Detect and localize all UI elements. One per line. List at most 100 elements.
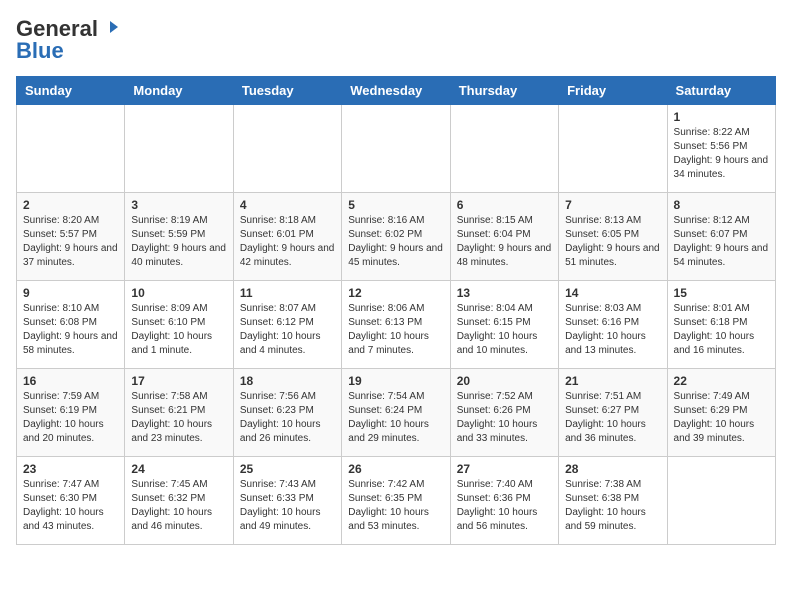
calendar-cell: 15 Sunrise: 8:01 AM Sunset: 6:18 PM Dayli… [667, 281, 775, 369]
calendar-cell: 25 Sunrise: 7:43 AM Sunset: 6:33 PM Dayli… [233, 457, 341, 545]
day-number: 12 [348, 286, 443, 300]
day-number: 11 [240, 286, 335, 300]
day-info: Sunrise: 7:47 AM Sunset: 6:30 PM Dayligh… [23, 478, 118, 534]
calendar-body: 1 Sunrise: 8:22 AM Sunset: 5:56 PM Daylig… [17, 105, 776, 545]
day-number: 8 [674, 198, 769, 212]
day-info: Sunrise: 8:04 AM Sunset: 6:15 PM Dayligh… [457, 302, 552, 358]
day-info: Sunrise: 8:06 AM Sunset: 6:13 PM Dayligh… [348, 302, 443, 358]
calendar-cell: 17 Sunrise: 7:58 AM Sunset: 6:21 PM Dayli… [125, 369, 233, 457]
day-info: Sunrise: 8:16 AM Sunset: 6:02 PM Dayligh… [348, 214, 443, 270]
calendar-cell: 13 Sunrise: 8:04 AM Sunset: 6:15 PM Dayli… [450, 281, 558, 369]
calendar-cell [667, 457, 775, 545]
calendar-header-row: SundayMondayTuesdayWednesdayThursdayFrid… [17, 77, 776, 105]
day-info: Sunrise: 8:13 AM Sunset: 6:05 PM Dayligh… [565, 214, 660, 270]
day-info: Sunrise: 7:38 AM Sunset: 6:38 PM Dayligh… [565, 478, 660, 534]
calendar-week-1: 1 Sunrise: 8:22 AM Sunset: 5:56 PM Daylig… [17, 105, 776, 193]
calendar-cell: 3 Sunrise: 8:19 AM Sunset: 5:59 PM Daylig… [125, 193, 233, 281]
calendar-cell [233, 105, 341, 193]
page-header: General Blue [16, 16, 776, 64]
day-info: Sunrise: 7:49 AM Sunset: 6:29 PM Dayligh… [674, 390, 769, 446]
calendar-cell: 27 Sunrise: 7:40 AM Sunset: 6:36 PM Dayli… [450, 457, 558, 545]
day-info: Sunrise: 7:52 AM Sunset: 6:26 PM Dayligh… [457, 390, 552, 446]
calendar-cell: 19Sunrise: 7:54 AM Sunset: 6:24 PM Dayli… [342, 369, 450, 457]
day-info: Sunrise: 8:18 AM Sunset: 6:01 PM Dayligh… [240, 214, 335, 270]
calendar-cell: 8 Sunrise: 8:12 AM Sunset: 6:07 PM Daylig… [667, 193, 775, 281]
calendar-table: SundayMondayTuesdayWednesdayThursdayFrid… [16, 76, 776, 545]
day-info: Sunrise: 7:58 AM Sunset: 6:21 PM Dayligh… [131, 390, 226, 446]
day-info: Sunrise: 7:56 AM Sunset: 6:23 PM Dayligh… [240, 390, 335, 446]
calendar-cell [17, 105, 125, 193]
calendar-cell: 11 Sunrise: 8:07 AM Sunset: 6:12 PM Dayli… [233, 281, 341, 369]
calendar-cell: 22 Sunrise: 7:49 AM Sunset: 6:29 PM Dayli… [667, 369, 775, 457]
calendar-cell: 12 Sunrise: 8:06 AM Sunset: 6:13 PM Dayli… [342, 281, 450, 369]
day-info: Sunrise: 8:09 AM Sunset: 6:10 PM Dayligh… [131, 302, 226, 358]
day-number: 26 [348, 462, 443, 476]
day-number: 21 [565, 374, 660, 388]
calendar-cell [450, 105, 558, 193]
day-info: Sunrise: 8:15 AM Sunset: 6:04 PM Dayligh… [457, 214, 552, 270]
calendar-cell: 26Sunrise: 7:42 AM Sunset: 6:35 PM Dayli… [342, 457, 450, 545]
day-info: Sunrise: 8:07 AM Sunset: 6:12 PM Dayligh… [240, 302, 335, 358]
day-info: Sunrise: 8:20 AM Sunset: 5:57 PM Dayligh… [23, 214, 118, 270]
calendar-cell: 9Sunrise: 8:10 AM Sunset: 6:08 PM Daylig… [17, 281, 125, 369]
day-info: Sunrise: 7:54 AM Sunset: 6:24 PM Dayligh… [348, 390, 443, 446]
day-info: Sunrise: 7:51 AM Sunset: 6:27 PM Dayligh… [565, 390, 660, 446]
day-info: Sunrise: 8:12 AM Sunset: 6:07 PM Dayligh… [674, 214, 769, 270]
calendar-cell: 18 Sunrise: 7:56 AM Sunset: 6:23 PM Dayli… [233, 369, 341, 457]
day-info: Sunrise: 8:01 AM Sunset: 6:18 PM Dayligh… [674, 302, 769, 358]
logo-flag-icon [100, 19, 120, 39]
day-info: Sunrise: 8:03 AM Sunset: 6:16 PM Dayligh… [565, 302, 660, 358]
day-number: 22 [674, 374, 769, 388]
day-info: Sunrise: 7:43 AM Sunset: 6:33 PM Dayligh… [240, 478, 335, 534]
calendar-cell: 21 Sunrise: 7:51 AM Sunset: 6:27 PM Dayli… [559, 369, 667, 457]
day-number: 16 [23, 374, 118, 388]
day-number: 23 [23, 462, 118, 476]
calendar-cell [342, 105, 450, 193]
calendar-week-4: 16 Sunrise: 7:59 AM Sunset: 6:19 PM Dayli… [17, 369, 776, 457]
calendar-cell: 7 Sunrise: 8:13 AM Sunset: 6:05 PM Daylig… [559, 193, 667, 281]
day-info: Sunrise: 7:59 AM Sunset: 6:19 PM Dayligh… [23, 390, 118, 446]
calendar-week-3: 9Sunrise: 8:10 AM Sunset: 6:08 PM Daylig… [17, 281, 776, 369]
day-number: 27 [457, 462, 552, 476]
day-info: Sunrise: 8:22 AM Sunset: 5:56 PM Dayligh… [674, 126, 769, 182]
day-info: Sunrise: 7:45 AM Sunset: 6:32 PM Dayligh… [131, 478, 226, 534]
day-number: 13 [457, 286, 552, 300]
calendar-cell: 4Sunrise: 8:18 AM Sunset: 6:01 PM Daylig… [233, 193, 341, 281]
day-number: 17 [131, 374, 226, 388]
day-number: 20 [457, 374, 552, 388]
day-number: 5 [348, 198, 443, 212]
calendar-cell [125, 105, 233, 193]
day-info: Sunrise: 8:19 AM Sunset: 5:59 PM Dayligh… [131, 214, 226, 270]
logo: General Blue [16, 16, 120, 64]
calendar-header-tuesday: Tuesday [233, 77, 341, 105]
calendar-cell [559, 105, 667, 193]
day-number: 25 [240, 462, 335, 476]
day-number: 3 [131, 198, 226, 212]
calendar-cell: 23 Sunrise: 7:47 AM Sunset: 6:30 PM Dayli… [17, 457, 125, 545]
calendar-cell: 2 Sunrise: 8:20 AM Sunset: 5:57 PM Daylig… [17, 193, 125, 281]
day-number: 14 [565, 286, 660, 300]
day-info: Sunrise: 7:40 AM Sunset: 6:36 PM Dayligh… [457, 478, 552, 534]
calendar-header-thursday: Thursday [450, 77, 558, 105]
day-number: 2 [23, 198, 118, 212]
day-number: 18 [240, 374, 335, 388]
day-number: 9 [23, 286, 118, 300]
calendar-header-wednesday: Wednesday [342, 77, 450, 105]
calendar-week-5: 23 Sunrise: 7:47 AM Sunset: 6:30 PM Dayli… [17, 457, 776, 545]
day-number: 28 [565, 462, 660, 476]
calendar-cell: 24Sunrise: 7:45 AM Sunset: 6:32 PM Dayli… [125, 457, 233, 545]
calendar-cell: 20 Sunrise: 7:52 AM Sunset: 6:26 PM Dayli… [450, 369, 558, 457]
calendar-cell: 14 Sunrise: 8:03 AM Sunset: 6:16 PM Dayli… [559, 281, 667, 369]
day-number: 1 [674, 110, 769, 124]
day-number: 7 [565, 198, 660, 212]
calendar-header-monday: Monday [125, 77, 233, 105]
calendar-cell: 28 Sunrise: 7:38 AM Sunset: 6:38 PM Dayli… [559, 457, 667, 545]
day-number: 6 [457, 198, 552, 212]
calendar-cell: 1 Sunrise: 8:22 AM Sunset: 5:56 PM Daylig… [667, 105, 775, 193]
calendar-header-friday: Friday [559, 77, 667, 105]
calendar-cell: 5 Sunrise: 8:16 AM Sunset: 6:02 PM Daylig… [342, 193, 450, 281]
calendar-cell: 6 Sunrise: 8:15 AM Sunset: 6:04 PM Daylig… [450, 193, 558, 281]
calendar-week-2: 2 Sunrise: 8:20 AM Sunset: 5:57 PM Daylig… [17, 193, 776, 281]
day-number: 15 [674, 286, 769, 300]
calendar-cell: 16 Sunrise: 7:59 AM Sunset: 6:19 PM Dayli… [17, 369, 125, 457]
